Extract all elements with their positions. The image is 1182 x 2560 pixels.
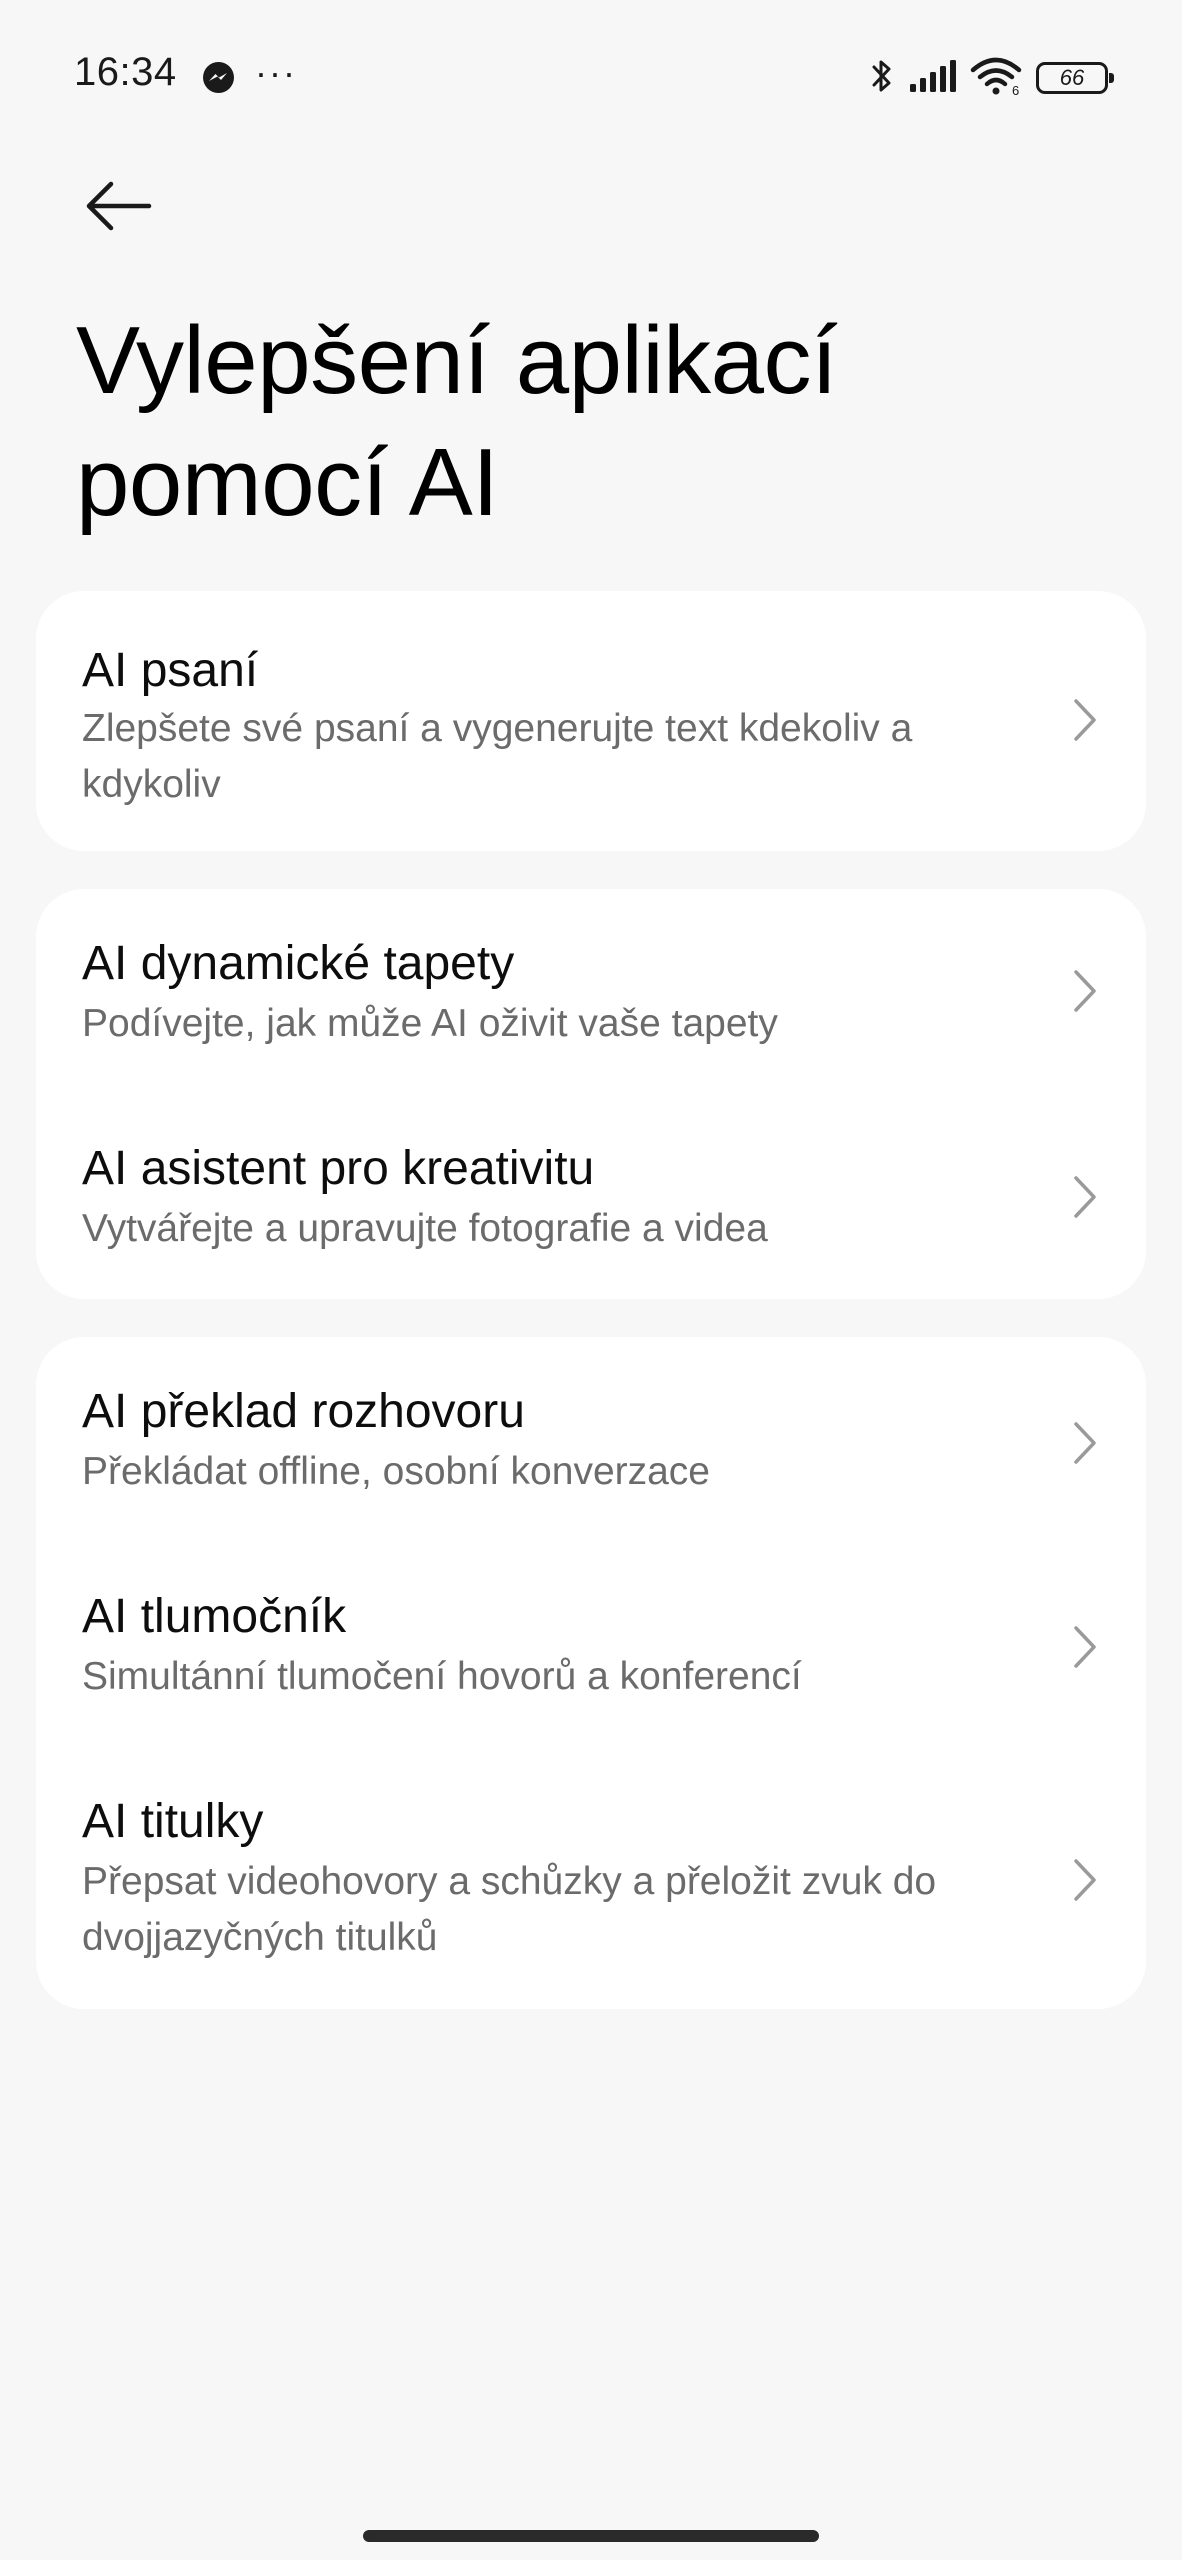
svg-text:6: 6 xyxy=(1012,83,1019,96)
status-time: 16:34 xyxy=(74,50,177,94)
arrow-left-icon xyxy=(86,181,152,231)
item-subtitle: Přepsat videohovory a schůzky a přeložit… xyxy=(82,1860,937,1959)
ai-subtitles-item[interactable]: AI titulky Přepsat videohovory a schůzky… xyxy=(36,1747,1146,2009)
chevron-right-icon xyxy=(1074,1176,1096,1218)
item-title: AI psaní xyxy=(82,644,259,697)
ai-creativity-assistant-item[interactable]: AI asistent pro kreativitu Vytvářejte a … xyxy=(36,1094,1146,1299)
messenger-icon xyxy=(202,61,235,94)
page-title: Vylepšení aplikací pomocí AI xyxy=(76,307,838,536)
bluetooth-icon xyxy=(870,56,894,101)
signal-icon xyxy=(908,59,956,97)
chevron-right-icon xyxy=(1074,1626,1096,1668)
ai-writing-item[interactable]: AI psaní Zlepšete své psaní a vygenerujt… xyxy=(36,591,1146,851)
home-indicator[interactable] xyxy=(363,2530,819,2542)
item-title: AI tlumočník xyxy=(82,1590,347,1643)
item-subtitle: Zlepšete své psaní a vygenerujte text kd… xyxy=(82,707,913,806)
back-button[interactable] xyxy=(80,168,156,244)
more-notifications-icon: ··· xyxy=(255,52,297,93)
battery-level: 66 xyxy=(1059,65,1085,90)
settings-card: AI psaní Zlepšete své psaní a vygenerujt… xyxy=(36,591,1146,851)
item-subtitle: Podívejte, jak může AI oživit vaše tapet… xyxy=(82,1002,778,1045)
wifi-icon: 6 xyxy=(970,56,1022,101)
item-title: AI titulky xyxy=(82,1795,264,1848)
item-subtitle: Vytvářejte a upravujte fotografie a vide… xyxy=(82,1207,768,1250)
chevron-right-icon xyxy=(1074,1422,1096,1464)
settings-card: AI dynamické tapety Podívejte, jak může … xyxy=(36,889,1146,1299)
battery-icon: 66 xyxy=(1036,62,1114,94)
item-title: AI dynamické tapety xyxy=(82,937,515,990)
chevron-right-icon xyxy=(1074,1859,1096,1901)
status-icons: 6 66 xyxy=(870,56,1114,101)
item-title: AI asistent pro kreativitu xyxy=(82,1142,595,1195)
ai-dynamic-wallpapers-item[interactable]: AI dynamické tapety Podívejte, jak může … xyxy=(36,889,1146,1094)
item-subtitle: Překládat offline, osobní konverzace xyxy=(82,1450,710,1493)
ai-conversation-translation-item[interactable]: AI překlad rozhovoru Překládat offline, … xyxy=(36,1337,1146,1542)
status-bar: 16:34 ··· 6 66 xyxy=(0,0,1182,150)
settings-card: AI překlad rozhovoru Překládat offline, … xyxy=(36,1337,1146,2009)
ai-interpreter-item[interactable]: AI tlumočník Simultánní tlumočení hovorů… xyxy=(36,1542,1146,1747)
chevron-right-icon xyxy=(1074,970,1096,1012)
item-subtitle: Simultánní tlumočení hovorů a konferencí xyxy=(82,1655,802,1698)
chevron-right-icon xyxy=(1074,699,1096,741)
item-title: AI překlad rozhovoru xyxy=(82,1385,525,1438)
